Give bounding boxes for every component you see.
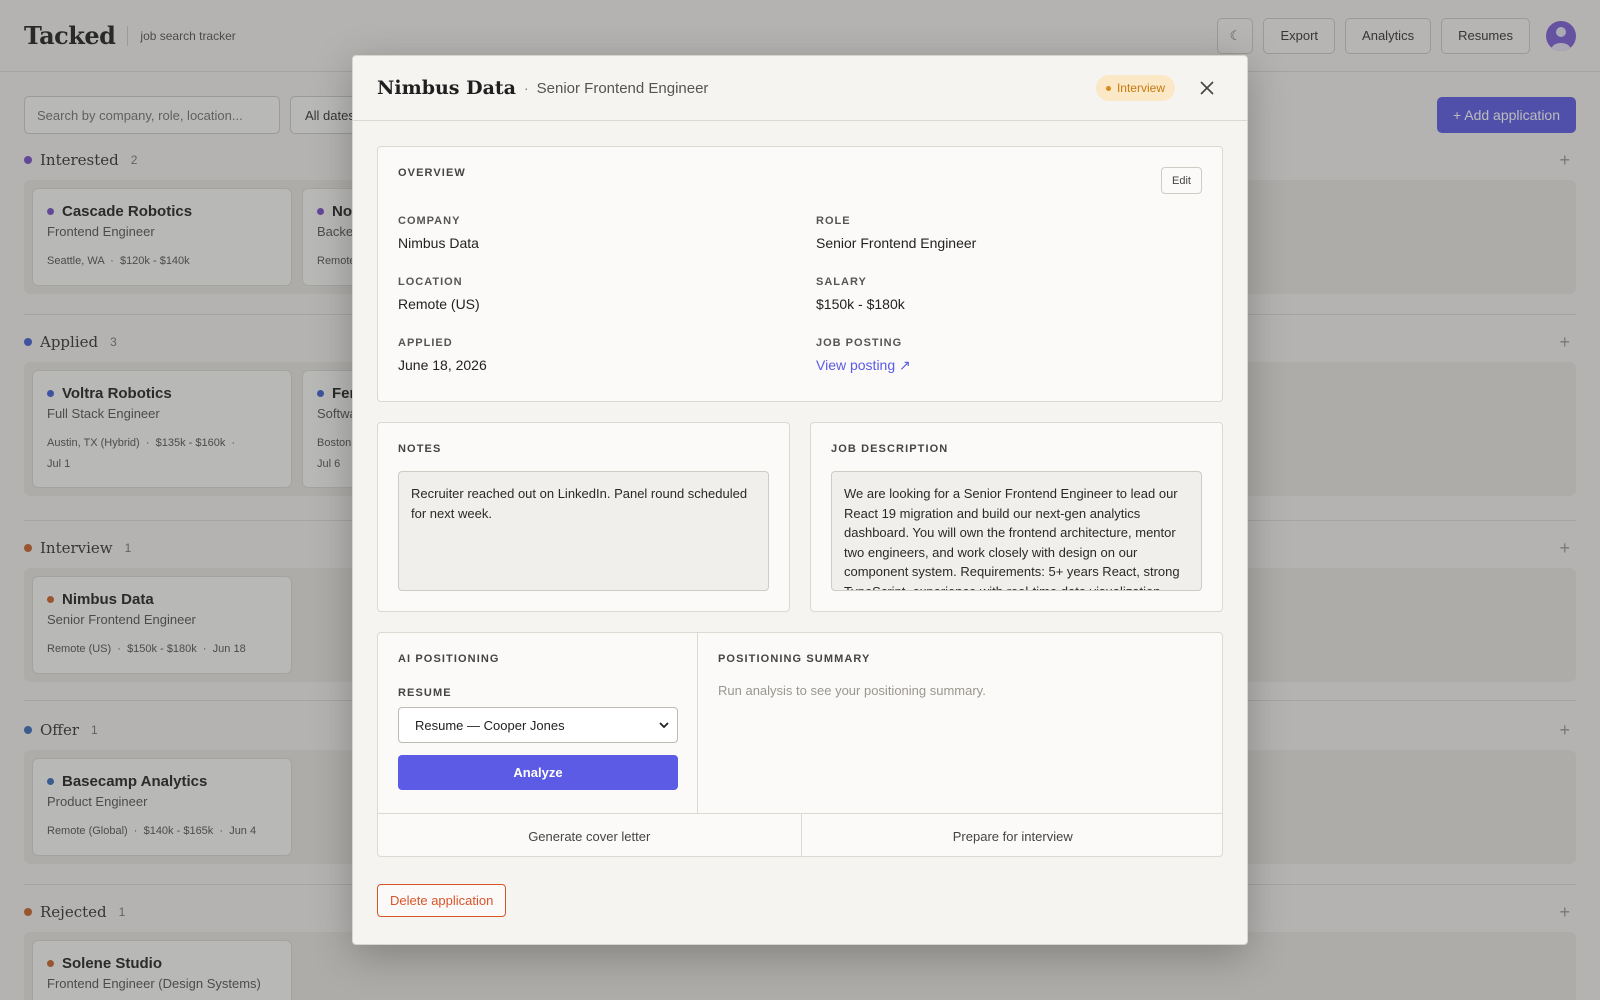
resume-label: Resume (398, 687, 452, 699)
analyze-button[interactable]: Analyze (398, 755, 678, 790)
job-description-panel: Job Description We are looking for a Sen… (810, 422, 1223, 612)
modal-company: Nimbus Data (377, 77, 516, 99)
field-company: COMPANY Nimbus Data (398, 215, 479, 251)
prepare-interview-button[interactable]: Prepare for interview (800, 814, 1223, 856)
field-job-posting: JOB POSTING View posting ↗ (816, 337, 1204, 398)
ai-positioning-panel: AI Positioning Resume Resume — Cooper Jo… (377, 632, 1223, 857)
modal-header: Nimbus Data · Senior Frontend Engineer I… (353, 56, 1247, 121)
modal-role: Senior Frontend Engineer (536, 79, 709, 97)
notes-panel: Notes Recruiter reached out on LinkedIn.… (377, 422, 790, 612)
job-description-label: Job Description (831, 443, 949, 455)
view-posting-link[interactable]: View posting ↗ (816, 357, 1204, 374)
positioning-summary-empty: Run analysis to see your positioning sum… (718, 683, 986, 698)
field-role: ROLE Senior Frontend Engineer (816, 215, 977, 251)
field-applied: APPLIED June 18, 2026 (398, 337, 487, 373)
generate-cover-letter-button[interactable]: Generate cover letter (378, 814, 801, 856)
chevron-down-icon (659, 718, 669, 732)
overview-label: Overview (398, 167, 466, 179)
edit-button[interactable]: Edit (1161, 167, 1202, 194)
delete-application-button[interactable]: Delete application (377, 884, 507, 917)
overview-panel: Overview Edit COMPANY Nimbus Data ROLE S… (377, 146, 1223, 402)
field-location: LOCATION Remote (US) (398, 276, 480, 312)
positioning-summary-label: Positioning Summary (718, 653, 871, 665)
application-detail-modal: Nimbus Data · Senior Frontend Engineer I… (352, 55, 1248, 945)
status-badge[interactable]: Interview (1095, 75, 1175, 101)
notes-textarea[interactable]: Recruiter reached out on LinkedIn. Panel… (398, 471, 769, 591)
resume-select[interactable]: Resume — Cooper Jones (398, 707, 678, 743)
title-separator: · (523, 80, 529, 96)
close-icon[interactable] (1195, 76, 1219, 100)
ai-positioning-label: AI Positioning (398, 653, 500, 665)
job-description-textarea[interactable]: We are looking for a Senior Frontend Eng… (831, 471, 1202, 591)
field-salary: SALARY $150k - $180k (816, 276, 905, 312)
notes-label: Notes (398, 443, 442, 455)
